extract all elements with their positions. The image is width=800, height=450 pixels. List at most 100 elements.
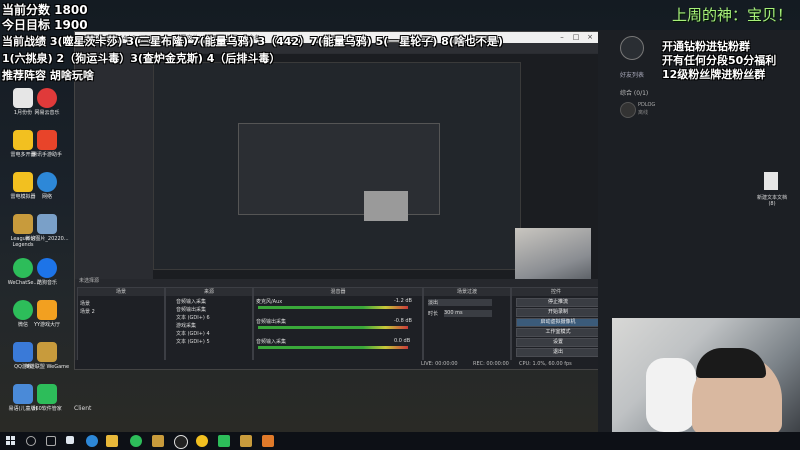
desktop-icon-label: 新建文本文档(8) [756,195,787,207]
duration-input[interactable]: 300 ms [444,310,492,317]
file-explorer-icon[interactable] [106,435,118,447]
nested-obs-window [238,123,440,215]
software-manager-icon [37,384,57,404]
live-timer: LIVE: 00:00:00 [421,361,458,367]
daily-goal: 今日目标 1900 [2,18,88,32]
app-icon[interactable] [262,435,274,447]
settings-button[interactable]: 设置 [516,338,600,347]
minimize-icon[interactable]: – [555,32,569,43]
desktop-icon-label: YY游戏大厅 [33,322,61,328]
mixer-channel-name: 音频输出采集 [256,319,287,325]
obs-preview[interactable] [153,54,601,300]
desktop-icon[interactable]: 腾讯手游助手 [24,130,70,158]
controls-dock: 控件 停止推流 开始录制 启动虚拟摄像机 工作室模式 设置 退出 [511,287,601,363]
volume-meter [258,346,408,349]
app-icon[interactable] [196,435,208,447]
desktop-icon[interactable]: 微信图片_20220... [24,214,70,242]
friend-entry[interactable]: PDLOG 离线 [620,102,790,120]
windows-start-icon[interactable] [6,436,16,446]
desktop-icon[interactable]: 网易云音乐 [24,88,70,116]
desktop-icon[interactable]: YY游戏大厅 [24,300,70,328]
source-item[interactable]: 文本 (GDI+) 4 [176,330,210,337]
source-header: 未选择源 [79,278,100,284]
music-icon [37,88,57,108]
desktop-icon-label: 网易云音乐 [34,110,60,116]
maximize-icon[interactable]: □ [569,32,583,43]
transitions-dock-title: 场景过渡 [424,288,510,296]
obs-docks: 未选择源 场景 场景 场景 2 来源 音频输入采集 音频输出采集 文本 (GDI… [75,278,601,369]
match-record-line1: 当前战绩 3(噬星茨卡莎) 3(三星布隆) 7(能量乌鸦) 3（442）7(能量… [2,35,503,48]
exit-button[interactable]: 退出 [516,348,600,357]
wechat-icon[interactable] [130,435,142,447]
desktop-icon-label: 腾讯手游助手 [31,152,62,158]
app-icon[interactable] [218,435,230,447]
friend-list-header: 好友列表 [620,72,645,79]
friend-name: PDLOG [638,102,656,108]
mixer-dock: 混音器 麦克风/Aux -1.2 dB 音频输出采集 -0.8 dB 音频输入采… [253,287,423,363]
volume-meter [258,326,408,329]
streamer-hair [696,348,766,378]
transition-select[interactable]: 淡出 [428,299,492,306]
obs-statusbar: LIVE: 00:00:00 REC: 00:00:00 CPU: 1.0%, … [75,360,599,369]
obs-icon[interactable] [174,435,188,449]
friend-status: 离线 [638,110,649,116]
source-item[interactable]: 文本 (GDI+) 6 [176,314,210,321]
mixer-dock-title: 混音器 [254,288,422,296]
wegame-icon [37,342,57,362]
yy-icon [37,300,57,320]
studio-mode-button[interactable]: 工作室模式 [516,328,600,337]
desktop-icon-label: 英雄联盟 WeGame [24,364,70,370]
mixer-channel-db: -1.2 dB [394,298,412,304]
start-recording-button[interactable]: 开始录制 [516,308,600,317]
browser-icon[interactable] [86,435,98,447]
rank-emblem-icon [620,36,644,60]
transitions-dock: 场景过渡 淡出 时长 300 ms [423,287,511,363]
league-icon[interactable] [240,435,252,447]
nested-preview [153,62,521,270]
gaming-chair [646,358,696,432]
rec-timer: REC: 00:00:00 [473,361,509,367]
source-item[interactable]: 游戏采集 [176,322,196,329]
game-assistant-icon [37,130,57,150]
desktop-icon-label: 酷狗音乐 [36,280,57,286]
desktop-icon-label: 360软件管家 [32,406,62,412]
text-file-icon[interactable] [764,172,778,190]
promo-line: 12级粉丝牌进粉丝群 [662,68,766,81]
nested-webcam [364,191,408,221]
mixer-channel-name: 音频输入采集 [256,339,287,345]
obs-window[interactable]: OBS 27.1.3 (64-bit, windows) - 配置文件: 未命名… [74,31,601,370]
virtual-camera-button[interactable]: 启动虚拟摄像机 [516,318,600,327]
scene-item[interactable]: 场景 2 [80,308,95,315]
cpu-status: CPU: 1.0%, 60.00 fps [519,361,572,367]
apps-grid-icon[interactable] [66,436,74,444]
search-icon[interactable] [26,436,36,446]
scene-item[interactable]: 场景 [80,300,90,307]
scenes-dock: 场景 场景 场景 2 [77,287,165,363]
controls-dock-title: 控件 [512,288,600,296]
wegame-icon[interactable] [152,435,164,447]
image-icon [37,214,57,234]
volume-meter [258,306,408,309]
stop-streaming-button[interactable]: 停止推流 [516,298,600,307]
source-item[interactable]: 音频输出采集 [176,306,206,313]
mixer-channel-db: 0.0 dB [394,338,411,344]
streamer-webcam [612,318,800,432]
mixer-channel-name: 麦克风/Aux [256,299,283,305]
match-record-line2: 1(六挑泉) 2（狗运斗毒）3(查炉金克斯) 4（后排斗毒） [2,52,281,65]
client-label: Client [74,405,92,412]
desktop-icon-label: 网络 [41,194,52,200]
desktop-icon[interactable]: 360软件管家 [24,384,70,412]
friend-group[interactable]: 综合 (0/1) [620,88,648,97]
scenes-dock-title: 场景 [78,288,164,296]
task-view-icon[interactable] [46,436,56,446]
sources-dock: 来源 音频输入采集 音频输出采集 文本 (GDI+) 6 游戏采集 文本 (GD… [165,287,253,363]
taskbar [0,432,800,450]
desktop-icon[interactable]: 网络 [24,172,70,200]
close-icon[interactable]: × [583,32,597,43]
desktop-icon[interactable]: 英雄联盟 WeGame [24,342,70,370]
desktop-icon[interactable]: 酷狗音乐 [24,258,70,286]
source-item[interactable]: 文本 (GDI+) 5 [176,338,210,345]
source-item[interactable]: 音频输入采集 [176,298,206,305]
desktop-icon-label: 微信图片_20220... [25,236,69,242]
kugou-icon [37,258,57,278]
